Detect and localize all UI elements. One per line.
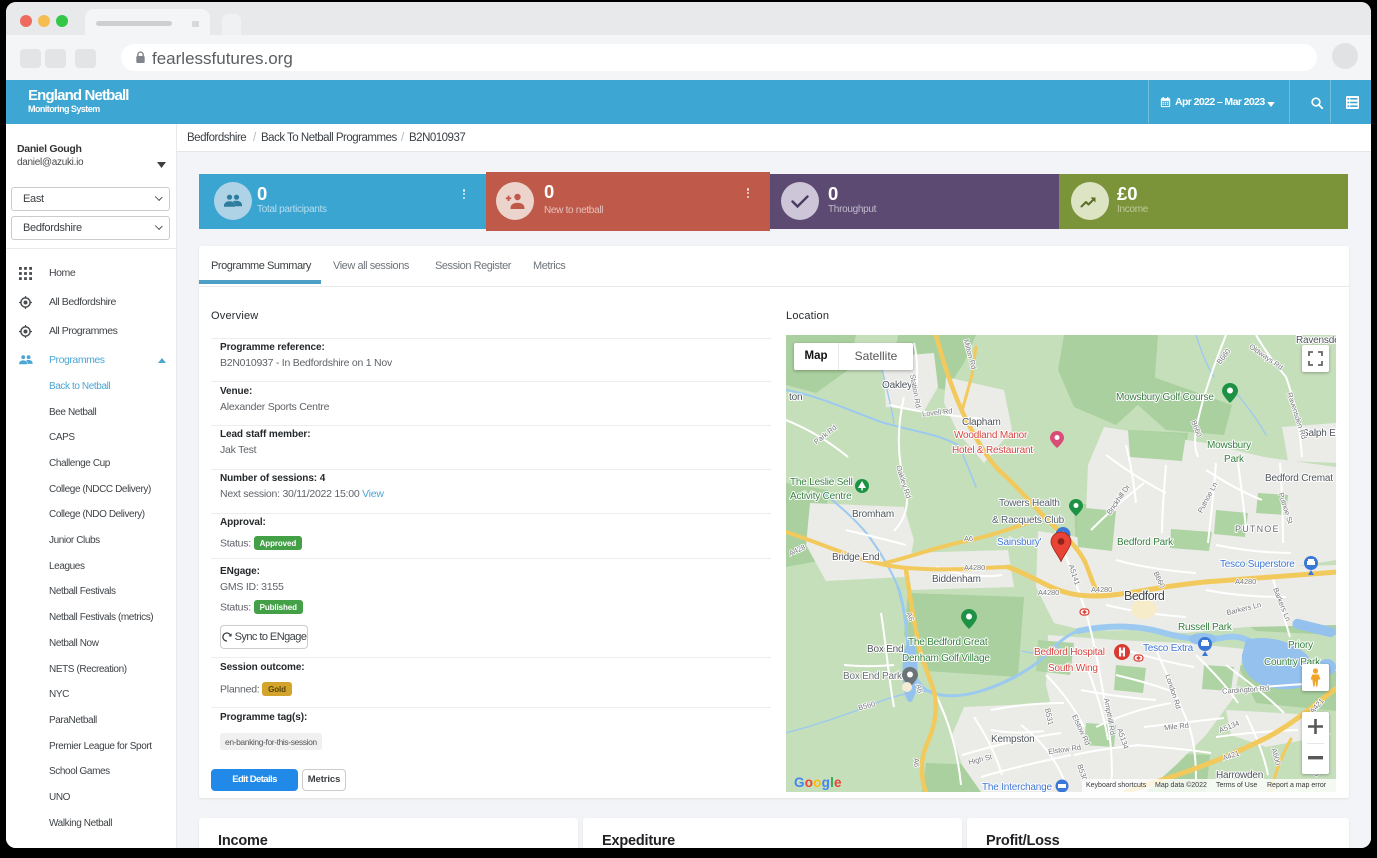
svg-text:Bromham: Bromham — [852, 509, 894, 520]
svg-text:Bedford Hospital: Bedford Hospital — [1034, 647, 1105, 658]
svg-text:South Wing: South Wing — [1048, 663, 1098, 674]
svg-text:Activity Centre: Activity Centre — [790, 491, 852, 502]
svg-text:Denham Golf Village: Denham Golf Village — [902, 653, 990, 664]
svg-text:ton: ton — [789, 392, 802, 403]
svg-text:Box End Park: Box End Park — [843, 671, 903, 682]
svg-text:Park: Park — [1224, 454, 1245, 465]
svg-text:Russell Park: Russell Park — [1178, 622, 1233, 633]
svg-text:Box End: Box End — [867, 644, 903, 655]
svg-text:The Leslie Sell: The Leslie Sell — [790, 477, 853, 488]
svg-text:Hotel & Restaurant: Hotel & Restaurant — [952, 445, 1033, 456]
svg-text:Woodland Manor: Woodland Manor — [954, 430, 1028, 441]
svg-text:Bedford Cremat: Bedford Cremat — [1265, 473, 1333, 484]
svg-text:Bedford Park: Bedford Park — [1117, 537, 1174, 548]
svg-text:A6: A6 — [964, 534, 973, 543]
svg-text:Oakley: Oakley — [882, 380, 912, 391]
svg-text:Towers Health: Towers Health — [999, 498, 1060, 509]
svg-text:& Racquets Club: & Racquets Club — [992, 515, 1065, 526]
svg-text:Priory: Priory — [1288, 640, 1313, 651]
svg-text:PUTNOE: PUTNOE — [1235, 524, 1280, 534]
svg-text:Tesco Extra: Tesco Extra — [1143, 643, 1194, 654]
svg-text:Mowsbury: Mowsbury — [1207, 440, 1251, 451]
svg-text:A4280: A4280 — [1038, 588, 1059, 597]
svg-text:A4280: A4280 — [964, 563, 985, 572]
svg-text:A4280: A4280 — [1235, 577, 1256, 586]
svg-text:Clapham: Clapham — [962, 417, 1001, 428]
svg-text:Mowsbury Golf Course: Mowsbury Golf Course — [1116, 392, 1214, 403]
svg-text:Biddenham: Biddenham — [932, 574, 981, 585]
svg-text:Bedford: Bedford — [1124, 589, 1165, 603]
svg-text:A4280: A4280 — [1091, 585, 1112, 594]
svg-text:A6: A6 — [912, 758, 922, 768]
svg-text:The Interchange: The Interchange — [982, 782, 1052, 792]
svg-text:The Bedford Great: The Bedford Great — [908, 637, 988, 648]
svg-text:Bridge End: Bridge End — [832, 552, 879, 563]
svg-text:Sainsbury': Sainsbury' — [997, 537, 1042, 548]
svg-text:A6: A6 — [914, 683, 924, 693]
svg-text:Tesco Superstore: Tesco Superstore — [1220, 559, 1295, 570]
svg-text:Kempston: Kempston — [991, 734, 1034, 745]
